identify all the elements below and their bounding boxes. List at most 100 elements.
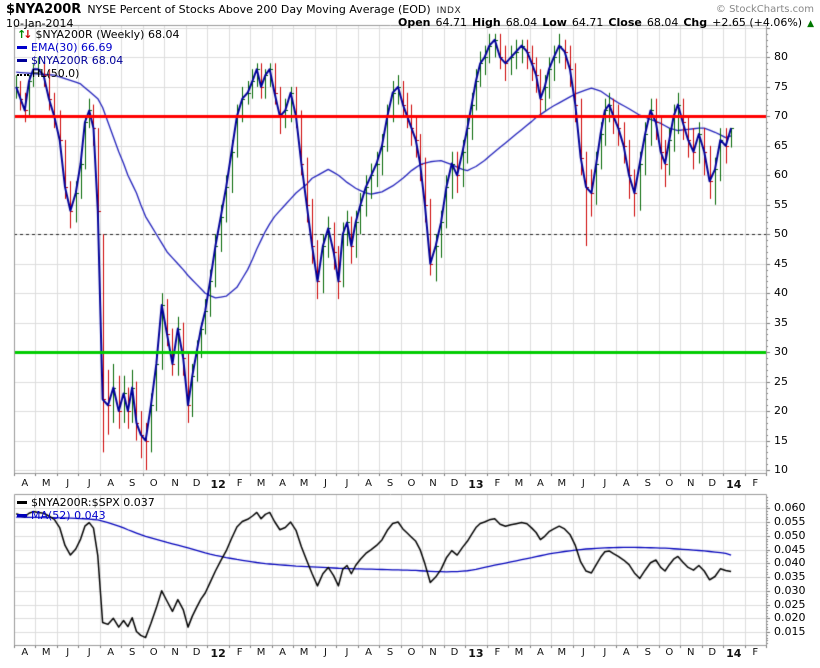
ticker-symbol: $NYA200R	[6, 2, 82, 17]
main-y-axis-label: 70	[774, 109, 788, 122]
close-value: 68.04	[646, 16, 679, 29]
main-y-axis-label: 55	[774, 198, 788, 211]
month-label: F	[752, 647, 759, 658]
month-label: O	[149, 478, 158, 489]
main-y-axis-label: 40	[774, 286, 788, 299]
open-value: 64.71	[435, 16, 468, 29]
ratio-chart-legend: $NYA200R:$SPX 0.037 MA(52) 0.043	[17, 496, 155, 522]
legend-symbol-label: $NYA200R (Weekly) 68.04	[35, 28, 180, 41]
month-label: M	[299, 647, 309, 658]
close-label: Close	[608, 16, 642, 29]
month-label: N	[687, 647, 695, 658]
chart-header: $NYA200R NYSE Percent of Stocks Above 20…	[6, 2, 461, 17]
month-label: J	[324, 647, 328, 658]
legend-row-hl: HL(50.0)	[17, 67, 179, 80]
ohlc-quote-bar: Open 64.71 High 68.04 Low 64.71 Close 68…	[398, 16, 814, 29]
month-label: A	[365, 647, 372, 658]
legend-ema-label: EMA(30) 66.69	[31, 41, 113, 54]
month-label: A	[622, 647, 630, 658]
month-label: F	[236, 647, 243, 658]
month-label: M	[557, 478, 567, 489]
month-label: M	[41, 478, 51, 489]
month-label: F	[236, 478, 243, 489]
chart-title: NYSE Percent of Stocks Above 200 Day Mov…	[87, 3, 431, 16]
main-y-axis-label: 60	[774, 168, 788, 181]
month-label: S	[644, 478, 652, 489]
main-y-axis-label: 25	[774, 375, 788, 388]
month-label: F	[494, 478, 501, 489]
month-label: S	[128, 647, 136, 658]
year-label: 12	[210, 647, 226, 660]
ratio-y-axis-label: 0.035	[774, 570, 806, 583]
month-label: M	[514, 478, 524, 489]
main-y-axis-label: 10	[774, 463, 788, 476]
year-label: 14	[726, 478, 742, 491]
ratio-line-swatch-icon	[17, 501, 27, 504]
year-label: 13	[468, 478, 484, 491]
month-label: A	[279, 647, 286, 658]
month-label: M	[514, 647, 524, 658]
chg-value: +2.65 (+4.06%)	[712, 16, 803, 29]
main-chart-legend: ↑↓ $NYA200R (Weekly) 68.04 EMA(30) 66.69…	[17, 28, 179, 80]
ratio-y-axis-label: 0.015	[774, 625, 806, 638]
year-label: 12	[210, 478, 226, 491]
month-label: D	[708, 478, 717, 489]
main-y-axis-label: 45	[774, 257, 788, 270]
exchange-label: INDX	[436, 6, 462, 16]
candles-updown-icon: ↑↓	[17, 28, 33, 41]
month-label: D	[450, 647, 459, 658]
main-y-axis-label: 35	[774, 316, 788, 329]
month-label: S	[386, 478, 394, 489]
month-label: O	[149, 647, 158, 658]
month-label: J	[66, 478, 70, 489]
ratio-y-axis-label: 0.025	[774, 598, 806, 611]
month-label: A	[107, 478, 115, 489]
chart-canvas	[0, 0, 820, 668]
ratio-y-axis-label: 0.060	[774, 501, 806, 514]
ratio-y-axis-label: 0.040	[774, 556, 806, 569]
open-label: Open	[397, 16, 431, 29]
month-label: O	[665, 647, 674, 658]
high-value: 68.04	[505, 16, 538, 29]
price-line-swatch-icon	[17, 59, 27, 62]
stockcharts-chart-page: $NYA200R NYSE Percent of Stocks Above 20…	[0, 0, 820, 668]
month-label: A	[21, 478, 29, 489]
ma-line-swatch-icon	[17, 514, 27, 517]
month-label: J	[87, 478, 91, 489]
month-label: M	[299, 478, 309, 489]
month-label: F	[494, 647, 501, 658]
month-label: J	[345, 478, 349, 489]
month-label: J	[581, 647, 585, 658]
ratio-y-axis-label: 0.030	[774, 584, 806, 597]
month-label: N	[429, 647, 437, 658]
month-label: A	[279, 478, 286, 489]
month-label: O	[407, 647, 416, 658]
month-label: N	[171, 647, 179, 658]
month-label: M	[41, 647, 51, 658]
month-label: S	[644, 647, 652, 658]
dotted-line-swatch-icon	[17, 73, 29, 76]
month-label: A	[536, 478, 544, 489]
chg-label: Chg	[683, 16, 708, 29]
main-y-axis-label: 80	[774, 50, 788, 63]
main-y-axis-label: 20	[774, 404, 788, 417]
month-label: D	[192, 647, 201, 658]
month-label: A	[536, 647, 544, 658]
legend-row-price: $NYA200R 68.04	[17, 54, 179, 67]
high-label: High	[472, 16, 501, 29]
month-label: M	[256, 647, 266, 658]
month-label: J	[66, 647, 70, 658]
main-y-axis-label: 65	[774, 139, 788, 152]
low-label: Low	[542, 16, 567, 29]
stockcharts-copyright: © StockCharts.com	[715, 4, 814, 15]
legend-ratio-label: $NYA200R:$SPX 0.037	[31, 496, 155, 509]
month-label: J	[324, 478, 328, 489]
main-y-axis-label: 75	[774, 80, 788, 93]
legend-row-symbol: ↑↓ $NYA200R (Weekly) 68.04	[17, 28, 179, 41]
month-label: S	[128, 478, 136, 489]
ratio-y-axis-label: 0.020	[774, 611, 806, 624]
month-label: O	[665, 478, 674, 489]
low-value: 64.71	[571, 16, 604, 29]
legend-row-ratio: $NYA200R:$SPX 0.037	[17, 496, 155, 509]
ema-line-swatch-icon	[17, 46, 27, 49]
